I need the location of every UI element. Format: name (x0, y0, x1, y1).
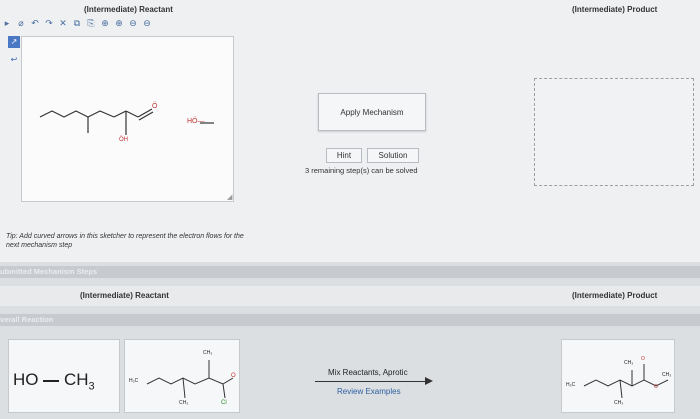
reaction-conditions: Mix Reactants, Aprotic (328, 368, 408, 377)
reactant-title: (Intermediate) Reactant (84, 5, 173, 14)
reactant-card-acyl-chloride: H₃C CH₃ CH₃ O Cl (124, 339, 240, 413)
single-bond (43, 379, 60, 382)
h3c-label: H₃C (566, 382, 576, 388)
resize-handle-icon[interactable]: ◢ (227, 193, 232, 201)
hydroxide-label: HÖ— (187, 118, 205, 125)
arrow-tool-icon[interactable]: ↗ (8, 36, 20, 48)
reactant-card-methanol: HO CH3 (8, 339, 120, 413)
h3c-label: H₃C (129, 378, 139, 384)
zoom-in-icon[interactable]: ⊕ (114, 18, 124, 28)
reaction-arrow (315, 381, 428, 382)
undo-icon[interactable]: ↶ (30, 18, 40, 28)
review-examples-link[interactable]: Review Examples (337, 387, 401, 396)
copy-icon[interactable]: ⧉ (72, 18, 82, 28)
eraser-icon[interactable]: ⌀ (16, 18, 26, 28)
product-title: (Intermediate) Product (572, 5, 658, 14)
ester-methyl-label: CH₃ (662, 372, 672, 378)
curved-arrow-icon[interactable]: ↩ (8, 54, 20, 66)
product-card-ester: H₃C CH₃ CH₃ O O CH₃ (561, 339, 675, 413)
remaining-steps-text: 3 remaining step(s) can be solved (305, 166, 418, 175)
overall-reaction-bar[interactable]: verall Reaction (0, 314, 700, 326)
top-methyl-label: CH₃ (624, 360, 634, 366)
methanol-formula: HO CH3 (13, 370, 95, 392)
hydroxyl-group: HO (13, 370, 39, 389)
solution-button[interactable]: Solution (367, 148, 419, 163)
paste-icon[interactable]: ⎘ (86, 18, 96, 28)
submitted-product-title: (Intermediate) Product (572, 291, 658, 300)
sketcher-tip: Tip: Add curved arrows in this sketcher … (6, 233, 244, 249)
left-toolbar: ↗ ↩ (8, 36, 22, 72)
zoom-fit-icon[interactable]: ⊕ (100, 18, 110, 28)
sketcher-toolbar: ▸ ⌀ ↶ ↷ ✕ ⧉ ⎘ ⊕ ⊕ ⊖ ⊖ (2, 18, 152, 28)
chlorine-label: Cl (221, 400, 227, 406)
bottom-methyl-label: CH₃ (179, 400, 189, 406)
carbonyl-oxygen-label: O (641, 356, 645, 362)
submitted-reactant-title: (Intermediate) Reactant (80, 291, 169, 300)
zoom-out-icon[interactable]: ⊖ (128, 18, 138, 28)
submitted-steps-bar[interactable]: ubmitted Mechanism Steps (0, 266, 700, 278)
methyl-group: CH (63, 370, 89, 389)
zoom-reset-icon[interactable]: ⊖ (142, 18, 152, 28)
sketch-canvas[interactable]: Ö ÖH HÖ— ◢ (21, 36, 234, 202)
ester-oxygen-label: O (654, 384, 658, 390)
top-methyl-label: CH₃ (203, 350, 213, 356)
carbonyl-oxygen-label: Ö (152, 103, 158, 110)
redo-icon[interactable]: ↷ (44, 18, 54, 28)
delete-icon[interactable]: ✕ (58, 18, 68, 28)
bottom-methyl-label: CH₃ (614, 400, 624, 406)
overall-reaction-heading: verall Reaction (0, 315, 54, 324)
reaction-arrow-head (425, 377, 433, 385)
carbonyl-oxygen-label: O (231, 373, 236, 379)
select-icon[interactable]: ▸ (2, 18, 12, 28)
apply-mechanism-label: Apply Mechanism (340, 107, 404, 117)
product-drop-area[interactable] (534, 78, 694, 186)
hydroxyl-label: ÖH (119, 137, 128, 143)
apply-mechanism-button[interactable]: Apply Mechanism (318, 93, 426, 131)
submitted-steps-heading: ubmitted Mechanism Steps (0, 267, 98, 276)
hint-button[interactable]: Hint (326, 148, 362, 163)
methyl-subscript: 3 (88, 380, 95, 393)
